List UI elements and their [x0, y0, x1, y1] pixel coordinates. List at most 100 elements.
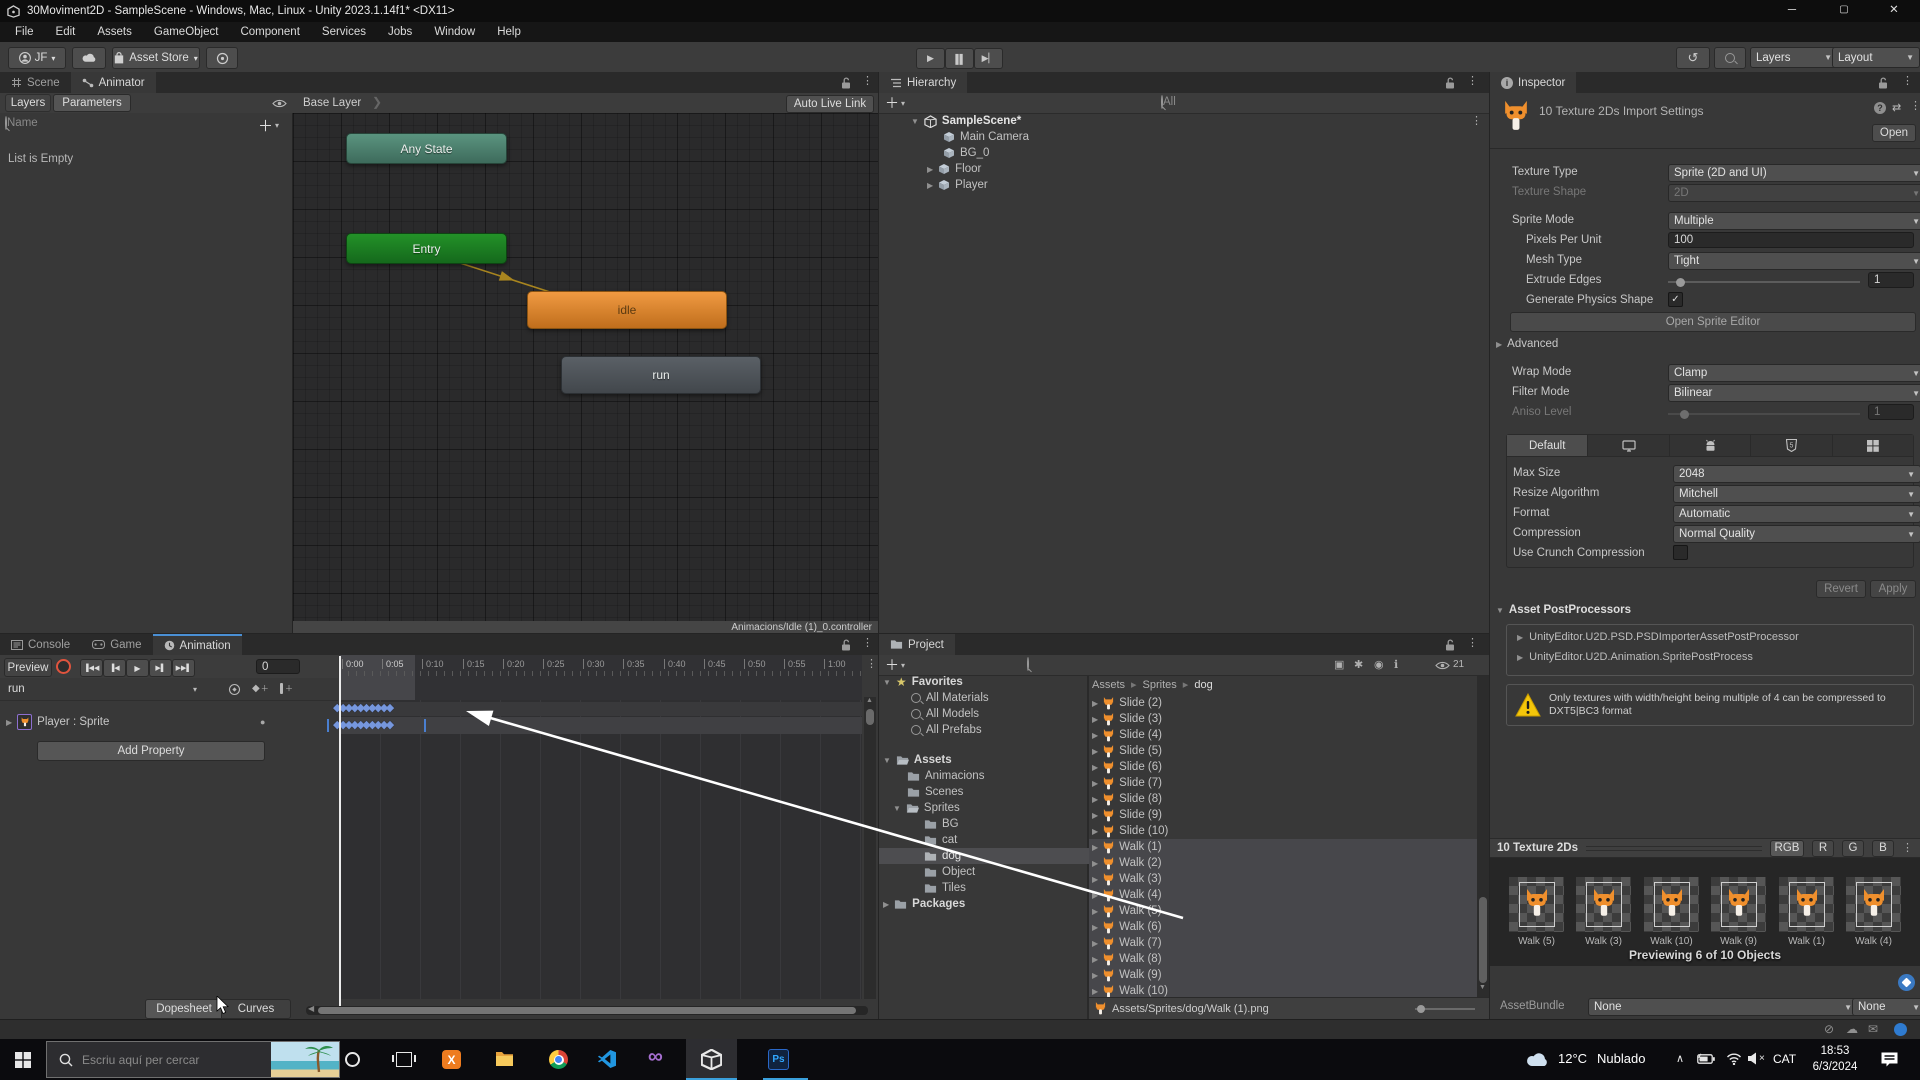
tree-packages[interactable]: ▶ Packages	[879, 896, 1091, 912]
taskbar-unity-cell[interactable]	[686, 1039, 737, 1080]
preview-menu-icon[interactable]: ⋮	[1902, 843, 1913, 854]
foldout-icon[interactable]: ▶	[927, 181, 933, 190]
channel-rgb-button[interactable]: RGB	[1770, 840, 1804, 857]
tree-all-models[interactable]: All Models	[879, 706, 1119, 722]
hierarchy-item-player[interactable]: ▶ Player	[879, 177, 1537, 193]
postprocessor-item[interactable]: ▶UnityEditor.U2D.PSD.PSDImporterAssetPos…	[1507, 625, 1913, 643]
add-property-button[interactable]: Add Property	[37, 741, 265, 761]
texture-type-dropdown[interactable]: Sprite (2D and UI)▼	[1668, 164, 1920, 182]
panel-menu-icon[interactable]: ⋮	[1467, 76, 1478, 87]
scroll-up-icon[interactable]: ▲	[866, 697, 873, 704]
asset-row-walk2[interactable]: ▶Walk (2)	[1092, 855, 1162, 871]
scrollbar-thumb[interactable]	[318, 1007, 856, 1014]
asset-row-walk4[interactable]: ▶Walk (4)	[1092, 887, 1162, 903]
extrude-edges-slider[interactable]	[1668, 281, 1860, 283]
foldout-icon[interactable]: ▶	[927, 165, 933, 174]
open-sprite-editor-button[interactable]: Open Sprite Editor	[1510, 312, 1916, 332]
hidden-icons-chevron[interactable]: ∧	[1676, 1052, 1684, 1065]
menu-file[interactable]: File	[4, 26, 45, 38]
asset-row-slide4[interactable]: ▶Slide (4)	[1092, 727, 1162, 743]
search-highlight-image[interactable]	[271, 1042, 339, 1078]
foldout-icon[interactable]: ▶	[883, 900, 889, 909]
keyframe-diamonds[interactable]: ◆◆◆◆◆◆◆◆◆◆	[333, 701, 392, 714]
asset-row-slide5[interactable]: ▶Slide (5)	[1092, 743, 1162, 759]
breadcrumb-dog[interactable]: dog	[1194, 679, 1212, 691]
summary-track-row[interactable]	[340, 702, 862, 716]
project-search-field[interactable]	[1027, 658, 1327, 672]
taskbar-search-input[interactable]	[82, 1053, 242, 1067]
platform-tab-standalone[interactable]	[1587, 435, 1668, 456]
advanced-foldout[interactable]: ▶Advanced	[1496, 338, 1558, 350]
taskbar-visualstudio-icon[interactable]: ∞	[648, 1045, 663, 1069]
breadcrumb[interactable]: Base Layer	[303, 97, 361, 109]
menu-jobs[interactable]: Jobs	[377, 26, 423, 38]
asset-postprocessors-foldout[interactable]: ▼Asset PostProcessors	[1496, 604, 1631, 616]
battery-icon[interactable]	[1697, 1053, 1715, 1065]
parameter-search-field[interactable]	[5, 117, 237, 132]
search-everywhere-button[interactable]	[1714, 47, 1746, 69]
taskbar-photoshop-icon[interactable]: Ps	[768, 1049, 789, 1070]
tab-animator[interactable]: Animator	[71, 72, 156, 93]
track-player-sprite[interactable]: ▶ Player : Sprite ●	[0, 714, 342, 730]
collab-status-icon[interactable]	[1894, 1023, 1907, 1036]
lock-icon[interactable]	[1445, 639, 1455, 651]
hierarchy-item-main-camera[interactable]: Main Camera	[879, 129, 1553, 145]
state-node-run[interactable]: run	[561, 356, 761, 394]
lock-icon[interactable]	[1445, 77, 1455, 89]
tree-sprites[interactable]: ▼ Sprites	[879, 800, 1101, 816]
state-node-entry[interactable]: Entry	[346, 233, 507, 264]
preview-toggle-button[interactable]: Preview	[4, 658, 52, 677]
thumbnail-size-slider[interactable]	[1415, 1008, 1475, 1010]
next-key-button[interactable]: ▶▌	[149, 659, 172, 677]
search-info-icon[interactable]: ℹ	[1394, 658, 1398, 671]
asset-row-slide9[interactable]: ▶Slide (9)	[1092, 807, 1162, 823]
create-object-button[interactable]: ＋▾	[885, 93, 905, 113]
timeline-ruler[interactable]: 0:00 0:05 0:10 0:15 0:20 0:25 0:30 0:35 …	[340, 655, 862, 700]
taskbar-search-box[interactable]	[46, 1041, 340, 1078]
cloud-button[interactable]	[72, 47, 106, 69]
format-dropdown[interactable]: Automatic▼	[1673, 505, 1920, 523]
max-size-dropdown[interactable]: 2048▼	[1673, 465, 1920, 483]
tree-animacions[interactable]: Animacions	[879, 768, 1115, 784]
pause-button[interactable]: ▐▌	[945, 48, 974, 69]
channel-r-button[interactable]: R	[1812, 840, 1834, 857]
message-icon[interactable]: ✉	[1868, 1022, 1878, 1036]
asset-row-slide8[interactable]: ▶Slide (8)	[1092, 791, 1162, 807]
breadcrumb-sprites[interactable]: Sprites	[1143, 679, 1177, 691]
preview-thumb[interactable]	[1644, 877, 1699, 932]
panel-menu-icon[interactable]: ⋮	[1902, 76, 1913, 87]
horizontal-scrollbar[interactable]: ◀	[306, 1006, 868, 1015]
hierarchy-search-input[interactable]	[1163, 96, 1459, 108]
foldout-icon[interactable]: ▼	[883, 678, 891, 687]
tab-game[interactable]: Game	[81, 634, 152, 655]
preview-header[interactable]: 10 Texture 2Ds RGB R G B ⋮	[1490, 838, 1920, 858]
tree-scenes[interactable]: Scenes	[879, 784, 1115, 800]
asset-row-slide10[interactable]: ▶Slide (10)	[1092, 823, 1168, 839]
asset-row-slide3[interactable]: ▶Slide (3)	[1092, 711, 1162, 727]
breadcrumb-assets[interactable]: Assets	[1092, 679, 1125, 691]
filter-mode-dropdown[interactable]: Bilinear▼	[1668, 384, 1920, 402]
volume-muted-icon[interactable]: ×	[1748, 1052, 1765, 1065]
asset-store-button[interactable]: Asset Store▾	[112, 47, 200, 69]
lock-icon[interactable]	[841, 77, 851, 89]
assetbundle-dropdown[interactable]: None▼	[1588, 998, 1858, 1016]
layout-dropdown[interactable]: Layout▼	[1832, 47, 1920, 68]
tree-favorites[interactable]: ▼★Favorites	[879, 674, 1091, 690]
hierarchy-item-bg0[interactable]: BG_0	[879, 145, 1553, 161]
asset-row-slide7[interactable]: ▶Slide (7)	[1092, 775, 1162, 791]
dopesheet-button[interactable]: Dopesheet	[145, 999, 223, 1019]
state-node-idle[interactable]: idle	[527, 291, 727, 329]
header-menu-icon[interactable]: ⋮	[1910, 101, 1920, 112]
scrollbar-thumb[interactable]	[866, 709, 874, 725]
presets-icon[interactable]: ⇄	[1892, 101, 1901, 114]
open-button[interactable]: Open	[1872, 124, 1916, 142]
add-keyframe-icon[interactable]	[228, 683, 241, 696]
create-asset-button[interactable]: ＋▾	[885, 655, 905, 675]
asset-row-walk7[interactable]: ▶Walk (7)	[1092, 935, 1162, 951]
generate-physics-shape-checkbox[interactable]: ✓	[1668, 292, 1683, 307]
no-network-icon[interactable]: ⊘	[1824, 1022, 1834, 1036]
asset-row-walk9[interactable]: ▶Walk (9)	[1092, 967, 1162, 983]
menu-assets[interactable]: Assets	[86, 26, 143, 38]
menu-gameobject[interactable]: GameObject	[143, 26, 230, 38]
extrude-edges-field[interactable]	[1868, 272, 1914, 288]
